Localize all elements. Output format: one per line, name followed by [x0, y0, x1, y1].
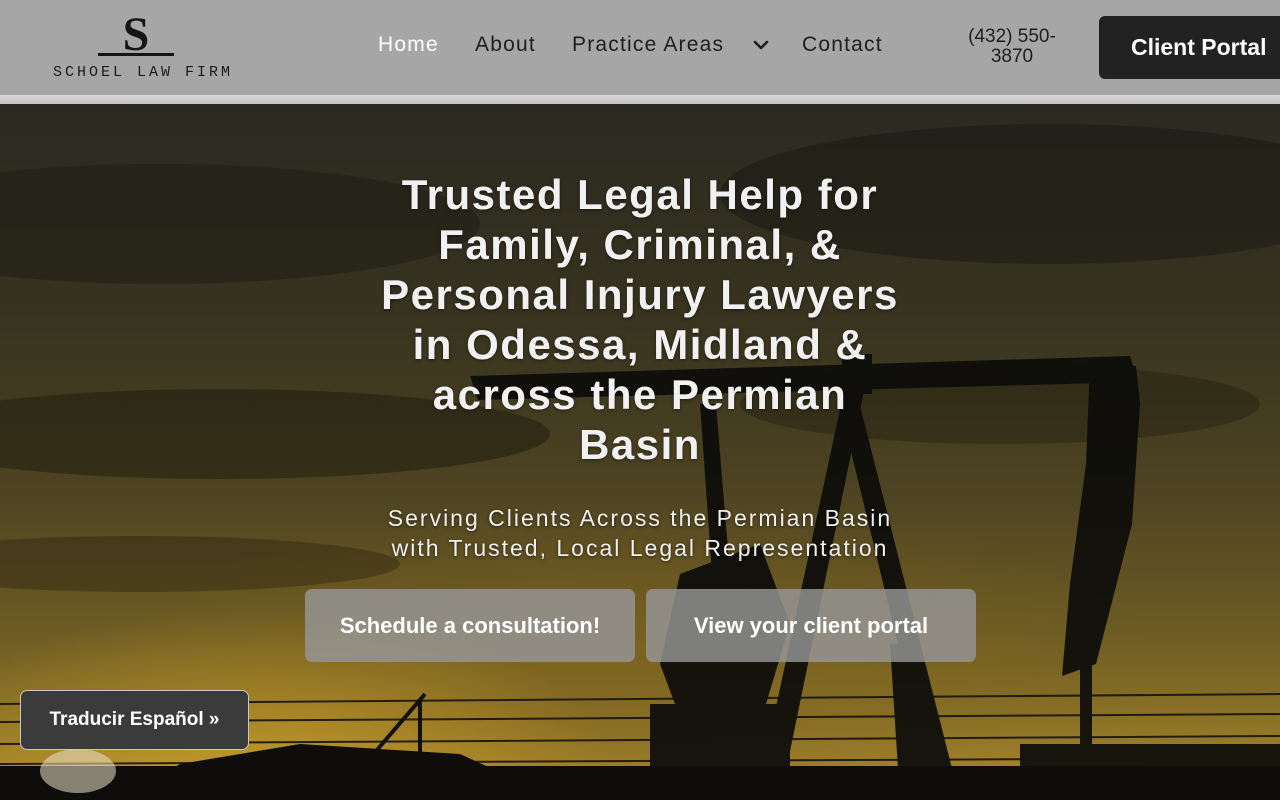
header-divider: [0, 95, 1280, 104]
logo-letter: S: [123, 10, 150, 60]
hero-heading-line: in Odessa, Midland &: [412, 321, 868, 368]
hero-subtitle: Serving Clients Across the Permian Basin…: [330, 503, 950, 563]
schedule-consultation-button[interactable]: Schedule a consultation!: [305, 589, 635, 662]
hero-heading-line: Trusted Legal Help for: [401, 171, 879, 218]
client-portal-button[interactable]: Client Portal: [1099, 16, 1280, 79]
chevron-down-icon[interactable]: [753, 39, 769, 51]
logo-mark: S: [98, 10, 174, 60]
translate-spanish-button[interactable]: Traducir Español »: [20, 690, 249, 750]
site-header: S SCHOEL LAW FIRM Home About Practice Ar…: [0, 0, 1280, 95]
nav-home[interactable]: Home: [378, 33, 439, 57]
hero-heading-line: across the Permian: [432, 371, 848, 418]
hero-subtitle-line: with Trusted, Local Legal Representation: [391, 535, 889, 561]
hero-heading-line: Family, Criminal, &: [438, 221, 842, 268]
phone-number[interactable]: (432) 550- 3870: [952, 27, 1072, 67]
hero-subtitle-line: Serving Clients Across the Permian Basin: [387, 505, 893, 531]
phone-line-2: 3870: [990, 46, 1034, 67]
hero-heading-line: Basin: [579, 421, 701, 468]
view-client-portal-button[interactable]: View your client portal: [646, 589, 976, 662]
hero-heading: Trusted Legal Help for Family, Criminal,…: [330, 170, 950, 470]
phone-line-1: (432) 550-: [968, 26, 1056, 47]
nav-practice-areas[interactable]: Practice Areas: [572, 33, 724, 57]
nav-contact[interactable]: Contact: [802, 33, 883, 57]
nav-about[interactable]: About: [475, 33, 536, 57]
hero-heading-line: Personal Injury Lawyers: [381, 271, 899, 318]
logo[interactable]: S SCHOEL LAW FIRM: [50, 10, 234, 85]
logo-name: SCHOEL LAW FIRM: [53, 64, 234, 81]
